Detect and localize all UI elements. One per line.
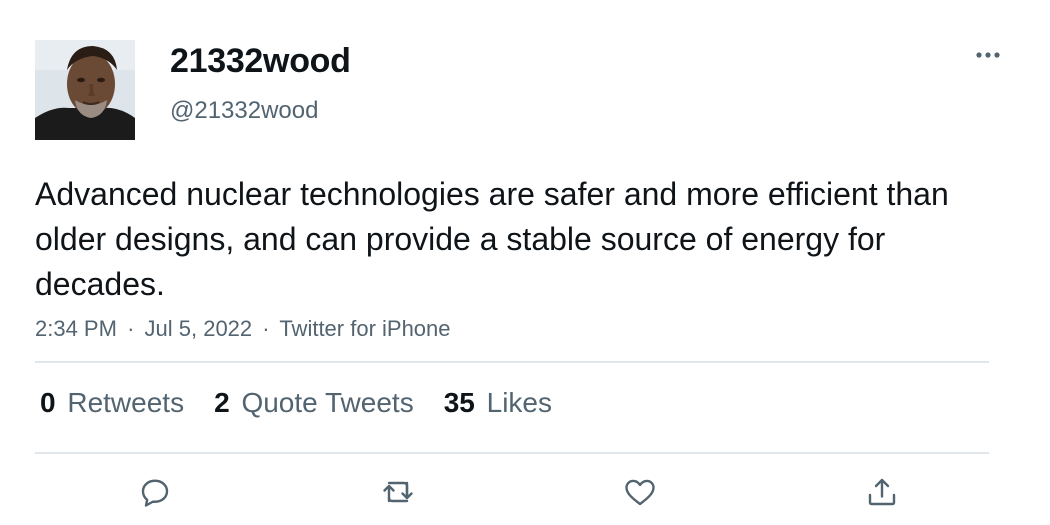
tweet-metadata: 2:34 PM · Jul 5, 2022 · Twitter for iPho… [35, 316, 451, 342]
tweet-text: Advanced nuclear technologies are safer … [35, 176, 949, 302]
share-button[interactable] [862, 474, 902, 514]
more-horizontal-icon [975, 46, 1001, 64]
reply-icon [137, 474, 173, 515]
display-name[interactable]: 21332wood [170, 42, 351, 81]
avatar[interactable] [35, 40, 135, 140]
quote-tweets-count: 2 [214, 387, 230, 418]
retweets-count: 0 [40, 387, 56, 418]
likes-label: Likes [486, 387, 553, 418]
tweet-card: 21332wood @21332wood Advanced nuclear te… [0, 0, 1050, 525]
retweets-label: Retweets [67, 387, 185, 418]
quote-tweets-label: Quote Tweets [241, 387, 414, 418]
tweet-time[interactable]: 2:34 PM [35, 316, 117, 341]
retweet-button[interactable] [378, 474, 418, 514]
divider [35, 361, 989, 363]
tweet-date[interactable]: Jul 5, 2022 [145, 316, 253, 341]
share-icon [864, 474, 900, 515]
quote-tweets-stat[interactable]: 2 Quote Tweets [214, 387, 414, 419]
tweet-source[interactable]: Twitter for iPhone [279, 316, 450, 341]
retweets-stat[interactable]: 0 Retweets [40, 387, 184, 419]
divider [35, 452, 989, 454]
avatar-image [35, 40, 135, 140]
retweet-icon [379, 474, 417, 515]
user-handle[interactable]: @21332wood [170, 97, 318, 125]
heart-icon [622, 474, 658, 515]
likes-count: 35 [443, 387, 475, 418]
like-button[interactable] [620, 474, 660, 514]
meta-separator: · [127, 316, 135, 341]
engagement-stats: 0 Retweets 2 Quote Tweets 35 Likes [40, 387, 552, 419]
more-options-button[interactable] [970, 40, 1006, 70]
reply-button[interactable] [135, 474, 175, 514]
meta-separator: · [262, 316, 270, 341]
likes-stat[interactable]: 35 Likes [444, 387, 552, 419]
